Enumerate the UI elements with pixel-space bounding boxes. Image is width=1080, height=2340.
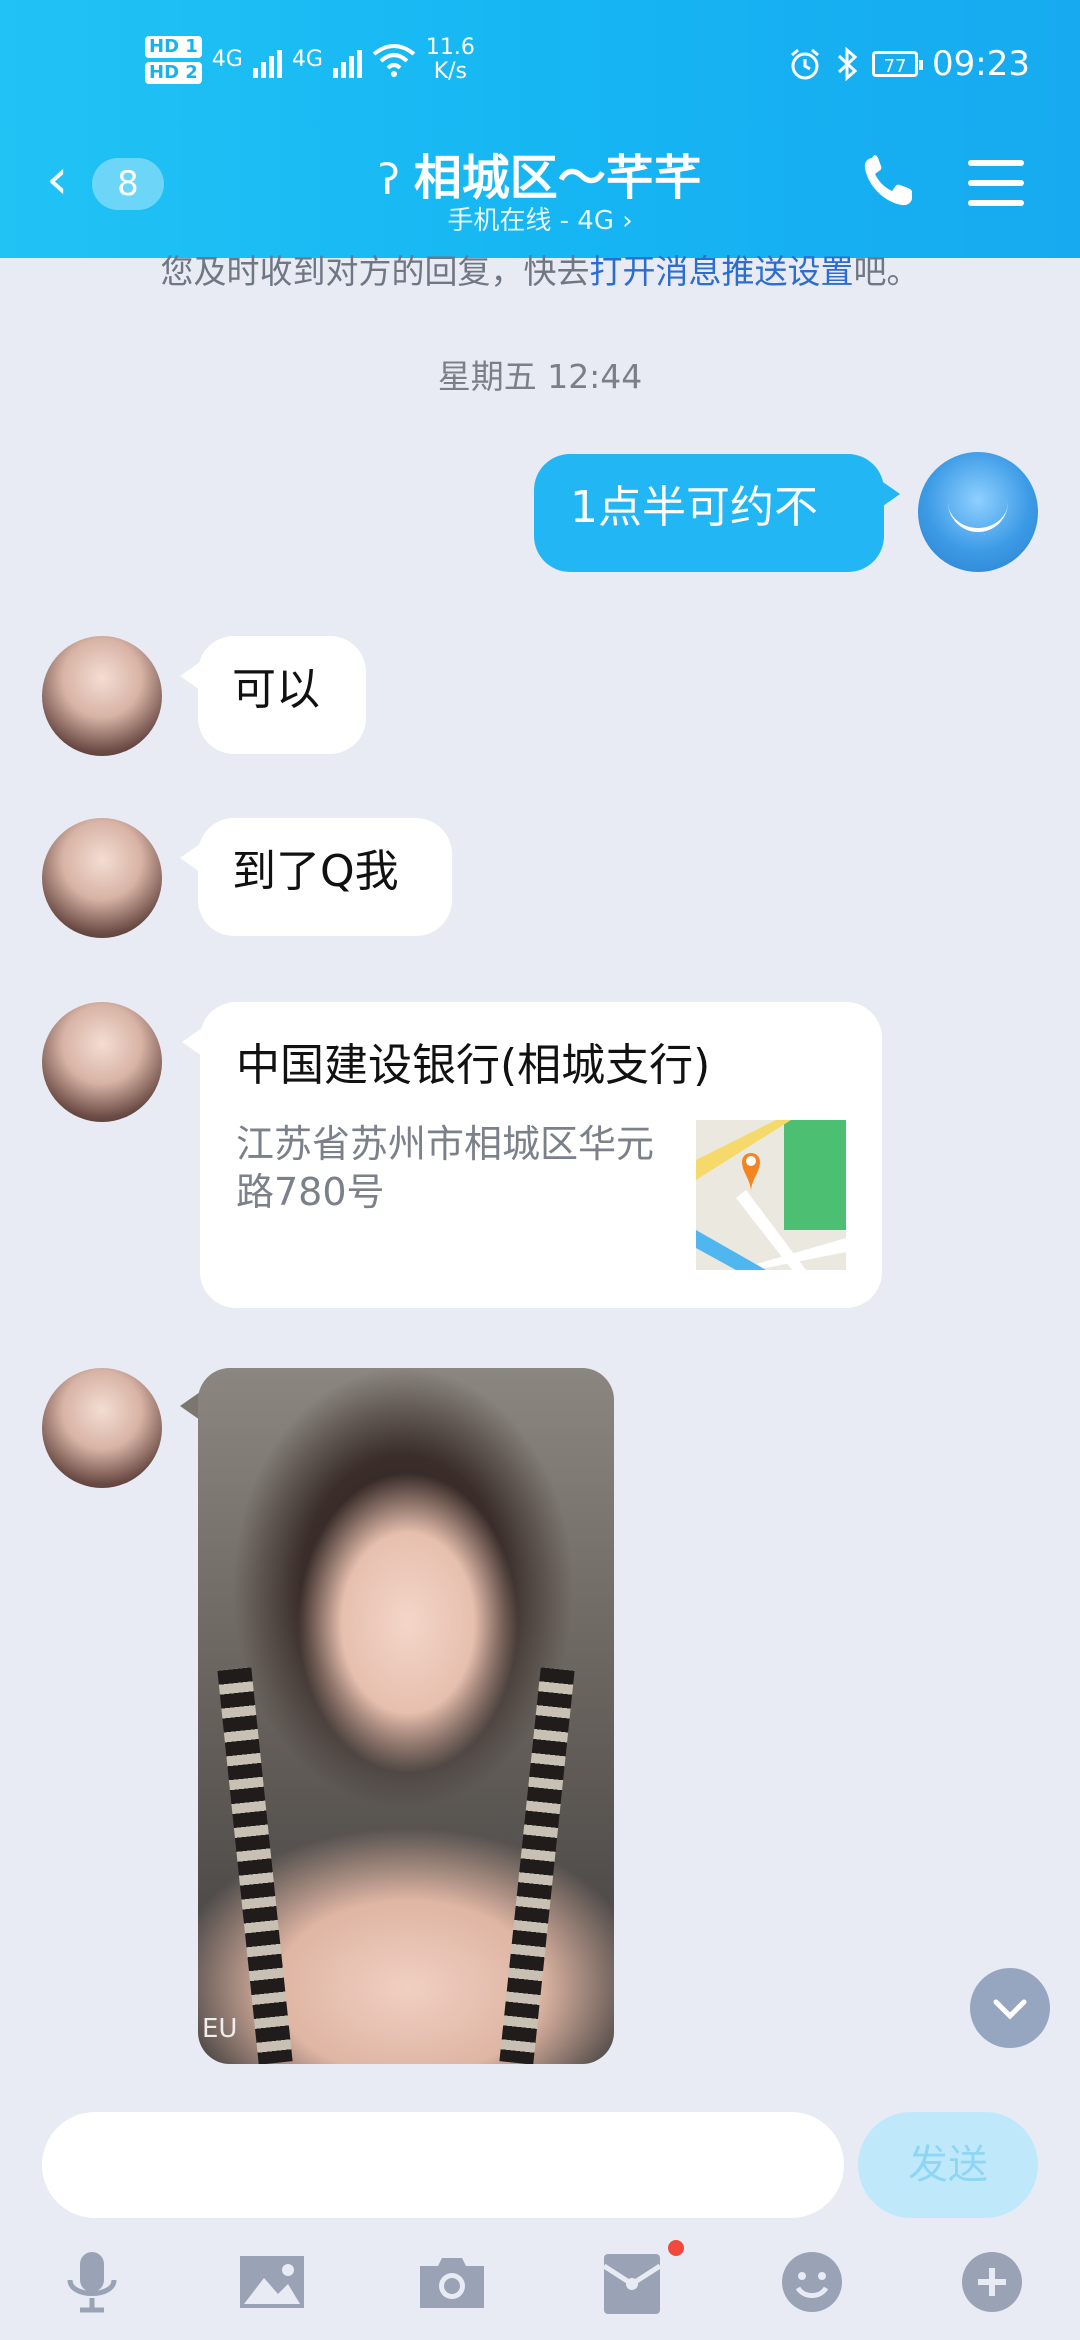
contact-name: 相城区～芊芊 (413, 150, 702, 206)
bubble-tail (182, 1028, 202, 1056)
plus-icon[interactable] (952, 2242, 1032, 2322)
photo-watermark: EU (202, 2014, 238, 2044)
composer: 发送 (0, 2100, 1080, 2220)
status-bar: HD 1 HD 2 4G 4G 11.6 K/s 77 09:23 (0, 30, 1080, 100)
bubble-tail (180, 662, 200, 690)
location-address: 江苏省苏州市相城区华元路780号 (236, 1122, 655, 1214)
photo-detail (217, 1667, 293, 2064)
online-status[interactable]: 手机在线 - 4G › (0, 200, 1080, 237)
signal1-icon (252, 42, 282, 78)
status-right: 77 09:23 (788, 44, 1030, 84)
bubble-tail (180, 844, 200, 872)
push-settings-link[interactable]: 打开消息推送设置 (590, 252, 854, 291)
contact-avatar[interactable] (42, 818, 162, 938)
outgoing-message[interactable]: 1点半可约不 (534, 454, 884, 572)
chevron-down-icon (993, 1999, 1027, 2020)
hd2-badge: HD 2 (145, 62, 202, 84)
push-notice: 您及时收到对方的回复，快去打开消息推送设置吧。 (160, 252, 920, 291)
bubble-tail (180, 1392, 200, 1420)
signal2-icon (332, 42, 362, 78)
wifi-icon (372, 44, 416, 77)
contact-avatar[interactable] (42, 636, 162, 756)
net-speed: 11.6 K/s (425, 35, 475, 84)
map-thumbnail-icon (696, 1120, 846, 1270)
microphone-icon[interactable] (52, 2242, 132, 2322)
photo-detail (499, 1667, 575, 2064)
clock: 09:23 (932, 44, 1030, 84)
notification-dot (668, 2240, 684, 2256)
input-toolbar (0, 2230, 1080, 2340)
battery-icon: 77 (872, 51, 924, 77)
send-button[interactable]: 发送 (858, 2112, 1038, 2218)
image-icon[interactable] (232, 2242, 312, 2322)
emoji-icon[interactable] (772, 2242, 852, 2322)
phone-call-icon[interactable] (858, 152, 918, 212)
photo-message[interactable]: EU (198, 1368, 614, 2064)
incoming-message[interactable]: 到了Q我 (198, 818, 452, 936)
chat-header: HD 1 HD 2 4G 4G 11.6 K/s 77 09:23 ‹ 8 ʔ … (0, 0, 1080, 258)
bubble-tail (880, 480, 900, 508)
contact-avatar[interactable] (42, 1002, 162, 1122)
ear-icon: ʔ (378, 155, 400, 204)
bluetooth-icon (837, 47, 858, 81)
hd1-badge: HD 1 (145, 36, 202, 58)
camera-icon[interactable] (412, 2242, 492, 2322)
location-card[interactable]: 中国建设银行(相城支行) 江苏省苏州市相城区华元路780号 (200, 1002, 882, 1308)
menu-icon[interactable] (968, 160, 1024, 220)
chat-title[interactable]: ʔ 相城区～芊芊 (0, 138, 1080, 208)
location-name: 中国建设银行(相城支行) (236, 1040, 711, 1091)
net1-label: 4G (211, 47, 243, 72)
scroll-to-bottom-button[interactable] (970, 1968, 1050, 2048)
contact-avatar[interactable] (42, 1368, 162, 1488)
message-timestamp: 星期五 12:44 (437, 357, 643, 396)
my-avatar[interactable] (918, 452, 1038, 572)
message-input[interactable] (42, 2112, 844, 2218)
red-packet-icon[interactable] (592, 2242, 672, 2322)
status-left: HD 1 HD 2 4G 4G 11.6 K/s (145, 36, 475, 84)
incoming-message[interactable]: 可以 (198, 636, 366, 754)
alarm-icon (791, 48, 819, 80)
hd-indicators: HD 1 HD 2 (145, 36, 202, 84)
net2-label: 4G (291, 47, 323, 72)
